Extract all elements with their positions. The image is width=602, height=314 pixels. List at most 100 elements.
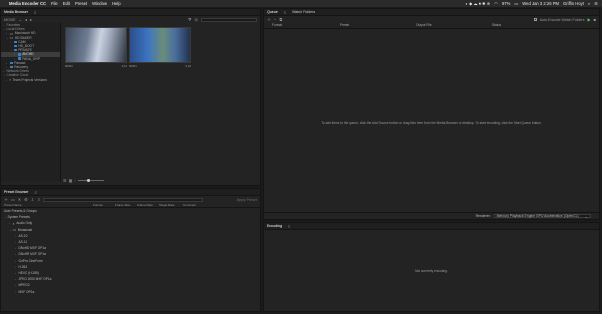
preset-browser-tabbar: Preset Browser ≡ bbox=[1, 189, 260, 196]
tree-row-team-projects[interactable]: › ▪ Team Projects Versions bbox=[1, 77, 60, 82]
col-status[interactable]: Status bbox=[488, 23, 501, 27]
col-preset-name[interactable]: Preset Name bbox=[1, 203, 93, 207]
disclosure-icon[interactable]: › bbox=[9, 221, 11, 225]
preset-search-input[interactable] bbox=[43, 197, 204, 202]
menubar-status: ◐ ◆ ☁ ⏺ ✱ ⊕ ◠ 97% ▭ Wed Jan 3 2:26 PM Gr… bbox=[465, 1, 598, 6]
preset-row[interactable]: › MXF OP1a bbox=[1, 288, 260, 294]
panel-menu-icon[interactable]: ≡ bbox=[34, 10, 36, 15]
thumbnail-size-slider[interactable] bbox=[77, 178, 104, 182]
disclosure-icon[interactable]: › bbox=[15, 290, 17, 294]
preset-label: Broadcast bbox=[17, 227, 33, 232]
clip-thumbnail[interactable]: 00000 0;11 bbox=[65, 27, 127, 75]
import-icon[interactable]: ⇩ bbox=[31, 197, 34, 202]
clock[interactable]: Wed Jan 3 2:26 PM bbox=[522, 1, 559, 6]
settings-icon[interactable]: ⚙ bbox=[24, 197, 28, 202]
preset-label: DNxHD MXF OP1a bbox=[18, 246, 46, 251]
queue-empty-message: To add items to the queue, click the Add… bbox=[321, 121, 542, 125]
delete-icon[interactable]: ✕ bbox=[18, 197, 21, 202]
wifi-icon[interactable]: ◠ bbox=[494, 1, 498, 6]
col-preset[interactable]: Preset bbox=[320, 23, 404, 27]
disclosure-icon[interactable]: › bbox=[15, 265, 17, 269]
col-frame-size[interactable]: Frame Size bbox=[115, 203, 137, 207]
disclosure-icon[interactable]: ⌄ bbox=[10, 48, 13, 52]
preset-label: MPEG2 bbox=[18, 283, 30, 288]
app-menu[interactable]: Media Encoder CC bbox=[9, 1, 46, 6]
zoom-out-icon[interactable]: ◦ bbox=[74, 178, 75, 183]
add-source-icon[interactable]: ＋ bbox=[267, 17, 271, 23]
path-dropdown[interactable]: MOVIE bbox=[4, 18, 16, 22]
menu-file[interactable]: File bbox=[51, 1, 58, 6]
col-output-file[interactable]: Output File bbox=[404, 23, 488, 27]
disclosure-icon[interactable]: ⌄ bbox=[3, 27, 6, 31]
menu-preset[interactable]: Preset bbox=[75, 1, 87, 6]
disclosure-icon[interactable]: ⌄ bbox=[9, 228, 12, 232]
panel-menu-icon[interactable]: ≡ bbox=[284, 10, 286, 15]
disclosure-icon[interactable]: › bbox=[15, 283, 17, 287]
menu-help[interactable]: Help bbox=[112, 1, 121, 6]
clip-thumbnail[interactable]: 00001 0;22 bbox=[129, 27, 191, 75]
slider-knob[interactable] bbox=[86, 178, 90, 182]
filter-icon[interactable]: ⧩ bbox=[188, 17, 192, 22]
broadcast-icon: ▭ bbox=[12, 227, 17, 233]
stop-queue-icon[interactable]: ■ bbox=[594, 17, 596, 22]
duplicate-icon[interactable]: ⧉ bbox=[279, 17, 282, 22]
renderer-dropdown[interactable]: Mercury Playback Engine GPU Acceleration… bbox=[493, 214, 591, 219]
battery-icon[interactable]: ▭ bbox=[514, 1, 518, 6]
disclosure-icon[interactable]: › bbox=[15, 246, 17, 250]
renderer-value: Mercury Playback Engine GPU Acceleration… bbox=[496, 214, 579, 218]
tab-encoding[interactable]: Encoding bbox=[267, 224, 282, 228]
menu-window[interactable]: Window bbox=[92, 1, 107, 6]
disclosure-icon[interactable]: › bbox=[15, 240, 17, 244]
tab-media-browser[interactable]: Media Browser bbox=[4, 10, 28, 14]
disclosure-icon[interactable]: › bbox=[15, 252, 17, 256]
disclosure-icon[interactable]: ⌄ bbox=[4, 215, 7, 219]
col-frame-rate[interactable]: Frame Rate bbox=[137, 203, 159, 207]
encoding-tabbar: Encoding ≡ bbox=[264, 223, 599, 230]
start-queue-icon[interactable]: ▶ bbox=[588, 17, 591, 22]
remove-icon[interactable]: − bbox=[274, 17, 276, 22]
preset-label: HEVC (H.265) bbox=[18, 270, 39, 275]
list-view-icon[interactable]: ☰ bbox=[63, 178, 67, 183]
col-target-rate[interactable]: Target Rate bbox=[159, 203, 183, 207]
col-format[interactable]: Format bbox=[264, 23, 320, 27]
menu-bar: Media Encoder CC File Edit Preset Window… bbox=[0, 0, 602, 7]
disclosure-icon[interactable]: ⌄ bbox=[6, 36, 9, 40]
view-icon[interactable]: ◎ bbox=[195, 17, 199, 22]
disclosure-icon[interactable]: › bbox=[15, 259, 17, 263]
disclosure-icon[interactable]: › bbox=[15, 277, 17, 281]
auto-encode-checkbox[interactable] bbox=[533, 18, 537, 21]
forward-icon[interactable]: ▸ bbox=[30, 17, 32, 22]
user-name[interactable]: Griffin Hoyt bbox=[563, 1, 584, 6]
tab-watch-folders[interactable]: Watch Folders bbox=[292, 10, 315, 14]
folder-icon[interactable]: ▭ bbox=[11, 197, 15, 202]
folder-icon bbox=[17, 53, 21, 56]
new-preset-icon[interactable]: ＋ bbox=[4, 197, 8, 203]
audio-icon: ◖ bbox=[12, 220, 15, 226]
export-icon[interactable]: ⇧ bbox=[37, 197, 40, 202]
queue-footer: Renderer: Mercury Playback Engine GPU Ac… bbox=[264, 212, 599, 219]
panel-menu-icon[interactable]: ≡ bbox=[288, 224, 290, 229]
tab-preset-browser[interactable]: Preset Browser bbox=[4, 190, 29, 194]
clip-duration: 0;11 bbox=[121, 64, 127, 68]
icon-view-icon[interactable]: ▦ bbox=[69, 178, 73, 183]
chevron-down-icon[interactable]: ⌄ bbox=[19, 17, 22, 22]
back-icon[interactable]: ◂ bbox=[25, 17, 27, 22]
clip-preview-image[interactable] bbox=[129, 27, 191, 63]
panel-menu-icon[interactable]: ≡ bbox=[35, 190, 37, 195]
apply-preset-button[interactable]: Apply Preset bbox=[237, 198, 257, 202]
tab-queue[interactable]: Queue bbox=[267, 10, 278, 14]
media-search-input[interactable] bbox=[201, 17, 257, 22]
search-icon[interactable]: ⌕ bbox=[588, 1, 590, 6]
col-comment[interactable]: Comment bbox=[183, 203, 196, 207]
menu-edit[interactable]: Edit bbox=[63, 1, 70, 6]
clip-grid: 00000 0;11 00001 0;22 bbox=[63, 23, 261, 181]
clip-preview-image[interactable] bbox=[65, 27, 127, 63]
queue-drop-area[interactable]: To add items to the queue, click the Add… bbox=[264, 35, 599, 211]
disclosure-icon[interactable]: › bbox=[15, 271, 17, 275]
notification-icon[interactable]: ☰ bbox=[594, 1, 598, 6]
col-format[interactable]: Format bbox=[93, 203, 115, 207]
disclosure-icon[interactable]: › bbox=[6, 78, 8, 82]
disclosure-icon[interactable]: › bbox=[15, 234, 17, 238]
disclosure-icon[interactable]: ⌄ bbox=[3, 73, 6, 77]
preset-label: GoPro CineForm bbox=[18, 258, 43, 263]
